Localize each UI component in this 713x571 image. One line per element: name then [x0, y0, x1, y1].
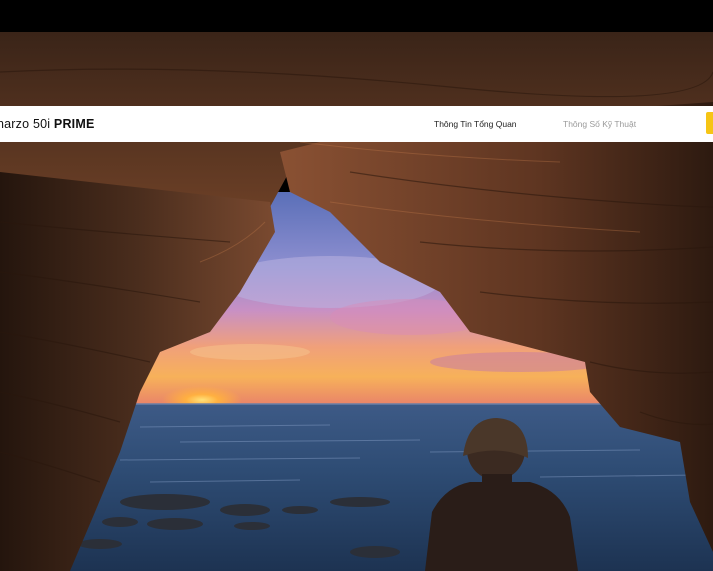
nav-link-specs[interactable]: Thông Số Kỹ Thuật — [563, 106, 636, 142]
top-black-bar — [0, 0, 713, 32]
nav-link-overview[interactable]: Thông Tin Tổng Quan — [434, 106, 517, 142]
brand-model-name: narzo 50i — [0, 117, 51, 131]
brand-logo[interactable]: narzo 50i PRIME — [0, 106, 95, 142]
brand-variant-name: PRIME — [53, 117, 95, 131]
site-navbar: narzo 50i PRIME Thông Tin Tổng Quan Thôn… — [0, 106, 713, 142]
buy-button[interactable] — [706, 112, 713, 134]
